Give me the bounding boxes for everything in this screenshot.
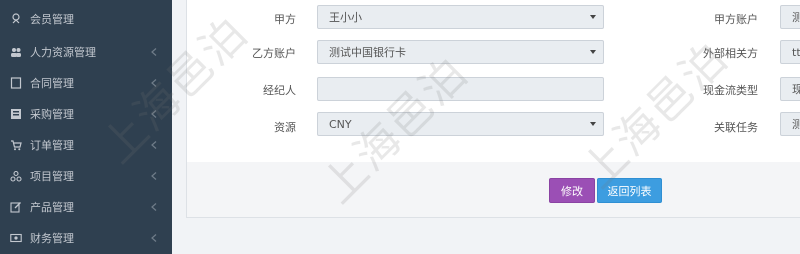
external-party-field[interactable]: tt [780,40,800,64]
related-task-select[interactable]: 测 [780,112,800,136]
chevron-left-icon [150,109,158,119]
chevron-left-icon [150,14,158,24]
party-b-account-label: 乙方账户 [252,47,296,60]
cashflow-type-label: 现金流类型 [703,84,758,97]
chevron-left-icon [150,140,158,150]
sidebar-item-product[interactable]: 产品管理 [0,191,172,222]
cashflow-type-select[interactable]: 现 [780,77,800,101]
dropdown-caret-icon [590,14,596,20]
party-a-account-value: 测 [792,9,800,25]
party-b-account-value: 测试中国银行卡 [329,46,406,59]
sidebar-item-label: 人力资源管理 [30,45,96,59]
sidebar: 会员管理 人力资源管理 合同管理 采购管理 订单管理 项目管理 产品管理 财务管… [0,0,172,254]
sidebar-item-project[interactable]: 项目管理 [0,160,172,191]
sidebar-item-member[interactable]: 会员管理 [0,3,172,34]
party-a-value: 王小小 [329,11,362,24]
chevron-left-icon [150,233,158,243]
member-icon [9,12,23,26]
party-a-account-select[interactable]: 测 [780,5,800,29]
contract-icon [9,76,23,90]
chevron-left-icon [150,78,158,88]
sidebar-item-contract[interactable]: 合同管理 [0,67,172,98]
party-b-account-select[interactable]: 测试中国银行卡 [317,40,604,64]
chevron-left-icon [150,202,158,212]
currency-select[interactable]: CNY [317,112,604,136]
party-a-label: 甲方 [274,13,296,26]
chevron-left-icon [150,47,158,57]
sidebar-item-label: 合同管理 [30,76,74,90]
dropdown-caret-icon [590,121,596,127]
broker-label: 经纪人 [263,84,296,97]
external-party-value: tt [792,45,800,59]
sidebar-item-order[interactable]: 订单管理 [0,129,172,160]
product-icon [9,200,23,214]
chevron-left-icon [150,171,158,181]
back-to-list-button[interactable]: 返回列表 [597,178,662,203]
currency-label: 资源 [274,121,296,134]
cashflow-type-value: 现 [792,81,800,97]
currency-value: CNY [329,117,352,131]
party-a-select[interactable]: 王小小 [317,5,604,29]
party-a-account-label: 甲方账户 [714,13,758,26]
sidebar-item-purchase[interactable]: 采购管理 [0,98,172,129]
users-icon [9,45,23,59]
sidebar-item-hr[interactable]: 人力资源管理 [0,36,172,67]
form-footer [186,162,800,218]
sidebar-item-label: 订单管理 [30,138,74,152]
external-party-label: 外部相关方 [703,47,758,60]
sidebar-item-label: 采购管理 [30,107,74,121]
sidebar-item-label: 会员管理 [30,12,74,26]
dropdown-caret-icon [590,49,596,55]
edit-button[interactable]: 修改 [549,178,595,203]
broker-field[interactable] [317,77,604,101]
related-task-label: 关联任务 [714,121,758,134]
project-icon [9,169,23,183]
sidebar-item-label: 财务管理 [30,231,74,245]
sidebar-item-label: 项目管理 [30,169,74,183]
related-task-value: 测 [792,116,800,132]
sidebar-item-finance[interactable]: 财务管理 [0,222,172,253]
order-icon [9,138,23,152]
sidebar-item-label: 产品管理 [30,200,74,214]
purchase-icon [9,107,23,121]
finance-icon [9,231,23,245]
